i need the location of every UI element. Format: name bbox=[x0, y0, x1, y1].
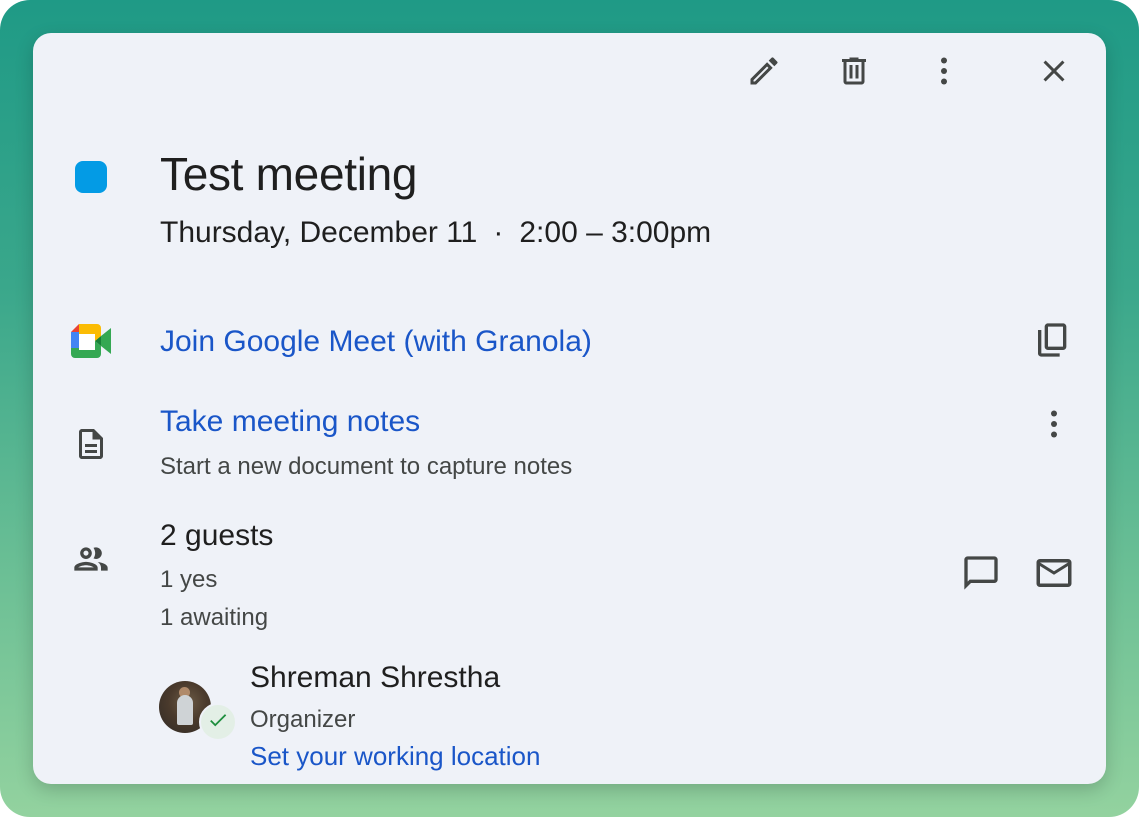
join-meet-link[interactable]: Join Google Meet (with Granola) bbox=[160, 325, 592, 359]
notes-subtitle: Start a new document to capture notes bbox=[160, 453, 573, 480]
separator-dot: · bbox=[493, 216, 504, 249]
google-meet-icon bbox=[67, 318, 115, 366]
edit-button[interactable] bbox=[742, 51, 786, 95]
event-details-card: Test meeting Thursday, December 11 · 2:00 … bbox=[33, 33, 1106, 784]
mail-icon bbox=[1033, 552, 1075, 599]
people-icon bbox=[67, 535, 115, 583]
event-date: Thursday, December 11 bbox=[160, 216, 478, 249]
trash-icon bbox=[836, 53, 872, 94]
guests-count: 2 guests bbox=[160, 519, 274, 552]
accepted-badge bbox=[199, 703, 237, 741]
event-color-chip bbox=[75, 161, 107, 193]
guest-role: Organizer bbox=[250, 706, 356, 733]
notes-more-button[interactable] bbox=[1030, 402, 1078, 450]
guest-name[interactable]: Shreman Shrestha bbox=[250, 661, 500, 695]
copy-meet-link-button[interactable] bbox=[1029, 318, 1077, 366]
guests-yes-count: 1 yes bbox=[160, 566, 218, 593]
check-icon bbox=[207, 709, 229, 736]
set-working-location-link[interactable]: Set your working location bbox=[250, 741, 540, 772]
event-time: 2:00 – 3:00pm bbox=[519, 216, 712, 249]
more-vert-icon bbox=[1036, 406, 1072, 447]
event-title: Test meeting bbox=[160, 148, 418, 200]
more-options-button[interactable] bbox=[922, 51, 966, 95]
more-vert-icon bbox=[926, 53, 962, 94]
chat-icon bbox=[961, 553, 1001, 598]
document-icon bbox=[67, 420, 115, 468]
delete-button[interactable] bbox=[832, 51, 876, 95]
close-icon bbox=[1036, 53, 1072, 94]
guests-awaiting-count: 1 awaiting bbox=[160, 604, 269, 631]
email-guests-button[interactable] bbox=[1030, 551, 1078, 599]
chat-guests-button[interactable] bbox=[957, 551, 1005, 599]
copy-icon bbox=[1033, 320, 1073, 365]
close-button[interactable] bbox=[1032, 51, 1076, 95]
take-notes-link[interactable]: Take meeting notes bbox=[160, 405, 420, 439]
pencil-icon bbox=[746, 53, 782, 94]
event-datetime: Thursday, December 11 · 2:00 – 3:00pm bbox=[160, 216, 711, 250]
